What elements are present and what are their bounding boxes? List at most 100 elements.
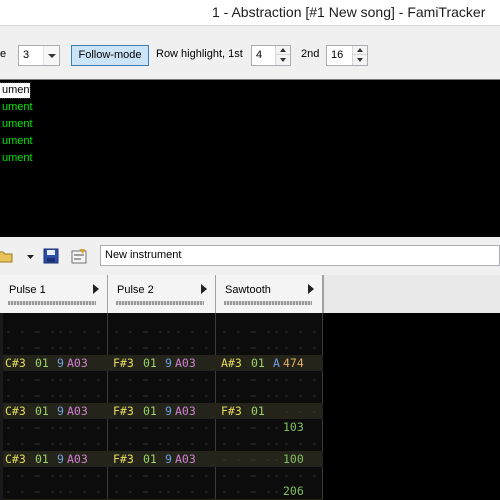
pattern-row[interactable]: - - -- --- - -- - -- --- - -- - -- --- -… [3,435,323,451]
effect-cell[interactable]: - - - [175,435,210,451]
spin-down-icon[interactable] [353,55,367,64]
open-folder-icon[interactable] [0,247,14,265]
effect-cell[interactable]: - - - [67,419,102,435]
instrument-list-item[interactable]: ument [0,82,33,99]
instrument-cell[interactable]: 01 [35,355,49,371]
volume-cell[interactable]: - [165,435,172,451]
effect-cell[interactable]: 206 [283,483,304,499]
instrument-list-item[interactable]: ument [0,100,33,115]
instrument-list-item[interactable]: ument [0,151,33,166]
volume-cell[interactable]: - [165,387,172,403]
note-cell[interactable]: C#3 [5,451,26,467]
volume-cell[interactable]: - [57,339,64,355]
follow-mode-button[interactable]: Follow-mode [71,45,149,66]
instrument-cell[interactable]: - - [143,419,164,435]
chevron-down-icon[interactable] [43,46,59,65]
highlight-2nd-spinner[interactable]: 16 [326,45,368,66]
volume-cell[interactable]: 9 [165,403,172,419]
volume-cell[interactable]: - [165,371,172,387]
pattern-row[interactable]: - - -- --- - -- - -- --- - -- - -- --- -… [3,467,323,483]
instrument-cell[interactable]: - - [251,323,272,339]
effect-cell[interactable]: - - - [283,403,318,419]
effect-cell[interactable]: - - - [175,339,210,355]
instrument-cell[interactable]: 01 [143,355,157,371]
instrument-cell[interactable]: - - [35,371,56,387]
effect-cell[interactable]: - - - [283,387,318,403]
pattern-row[interactable]: C#3 01 9 A03 F#3 01 9 A03 A#3 01 A 474 [3,355,323,371]
volume-cell[interactable]: - [273,387,280,403]
instrument-cell[interactable]: - - [35,483,56,499]
instrument-cell[interactable]: - - [251,483,272,499]
note-cell[interactable]: F#3 [113,403,134,419]
volume-cell[interactable]: - [165,467,172,483]
effect-cell[interactable]: - - - [67,387,102,403]
instrument-cell[interactable]: - - [143,483,164,499]
volume-cell[interactable]: 9 [57,451,64,467]
spin-down-icon[interactable] [276,55,290,64]
effect-cell[interactable]: A03 [67,451,88,467]
instrument-cell[interactable]: 01 [251,355,265,371]
effect-cell[interactable]: 474 [283,355,304,371]
instrument-cell[interactable]: - - [251,467,272,483]
effect-cell[interactable]: 100 [283,451,304,467]
channel-header-pulse1[interactable]: Pulse 1 [0,275,108,313]
step-combo[interactable]: 3 [18,45,60,66]
volume-cell[interactable]: - [273,419,280,435]
instrument-cell[interactable]: - - [143,371,164,387]
highlight-1st-spinner[interactable]: 4 [251,45,291,66]
effect-cell[interactable]: - - - [67,339,102,355]
instrument-cell[interactable]: 01 [35,451,49,467]
volume-cell[interactable]: - [273,339,280,355]
effect-cell[interactable]: - - - [175,371,210,387]
instrument-cell[interactable]: 01 [251,403,265,419]
note-cell[interactable]: C#3 [5,403,26,419]
pattern-row[interactable]: - - -- --- - -- - -- --- - -- - -- --- -… [3,339,323,355]
channel-arrow-icon[interactable] [93,284,99,294]
volume-cell[interactable]: - [273,483,280,499]
effect-cell[interactable]: - - - [283,371,318,387]
volume-cell[interactable]: - [165,483,172,499]
instrument-cell[interactable]: - - [35,435,56,451]
spin-buttons[interactable] [352,46,367,65]
spin-up-icon[interactable] [276,46,290,55]
note-cell[interactable]: A#3 [221,355,242,371]
pattern-row[interactable]: C#3 01 9 A03 F#3 01 9 A03 F#3 01- - - [3,403,323,419]
channel-arrow-icon[interactable] [201,284,207,294]
volume-cell[interactable]: - [273,435,280,451]
effect-cell[interactable]: - - - [283,435,318,451]
volume-cell[interactable]: - [165,419,172,435]
pattern-row[interactable]: - - -- --- - -- - -- --- - -- - -- --- -… [3,371,323,387]
instrument-cell[interactable]: - - [35,467,56,483]
instrument-cell[interactable]: 01 [143,403,157,419]
effect-cell[interactable]: A03 [175,355,196,371]
volume-cell[interactable]: - [57,467,64,483]
channel-arrow-icon[interactable] [308,284,314,294]
spin-buttons[interactable] [275,46,290,65]
channel-header-pulse2[interactable]: Pulse 2 [108,275,216,313]
volume-cell[interactable]: - [57,323,64,339]
volume-cell[interactable]: - [273,323,280,339]
instrument-list-item[interactable]: ument [0,134,33,149]
instrument-cell[interactable]: 01 [143,451,157,467]
instrument-cell[interactable]: - - [35,323,56,339]
volume-cell[interactable]: A [273,355,280,371]
instrument-list[interactable]: ument ument ument ument ument [0,79,500,237]
instrument-cell[interactable]: - - [143,467,164,483]
volume-cell[interactable]: - [273,451,280,467]
note-cell[interactable]: F#3 [113,451,134,467]
volume-cell[interactable]: - [57,371,64,387]
instrument-cell[interactable]: - - [143,323,164,339]
pattern-row[interactable]: - - -- --- - -- - -- --- - -- - -- - -206 [3,483,323,499]
volume-cell[interactable]: 9 [57,355,64,371]
instrument-cell[interactable]: - - [251,339,272,355]
pattern-row[interactable]: - - -- --- - -- - -- --- - -- - -- --- -… [3,323,323,339]
effect-cell[interactable]: - - - [67,435,102,451]
instrument-cell[interactable]: - - [251,371,272,387]
pattern-row[interactable]: - - -- --- - -- - -- --- - -- - -- - -103 [3,419,323,435]
volume-cell[interactable]: - [57,387,64,403]
volume-cell[interactable]: 9 [57,403,64,419]
instrument-cell[interactable]: - - [251,387,272,403]
pattern-row[interactable]: - - -- --- - -- - -- --- - -- - -- --- -… [3,387,323,403]
effect-cell[interactable]: 103 [283,419,304,435]
effect-cell[interactable]: - - - [67,483,102,499]
